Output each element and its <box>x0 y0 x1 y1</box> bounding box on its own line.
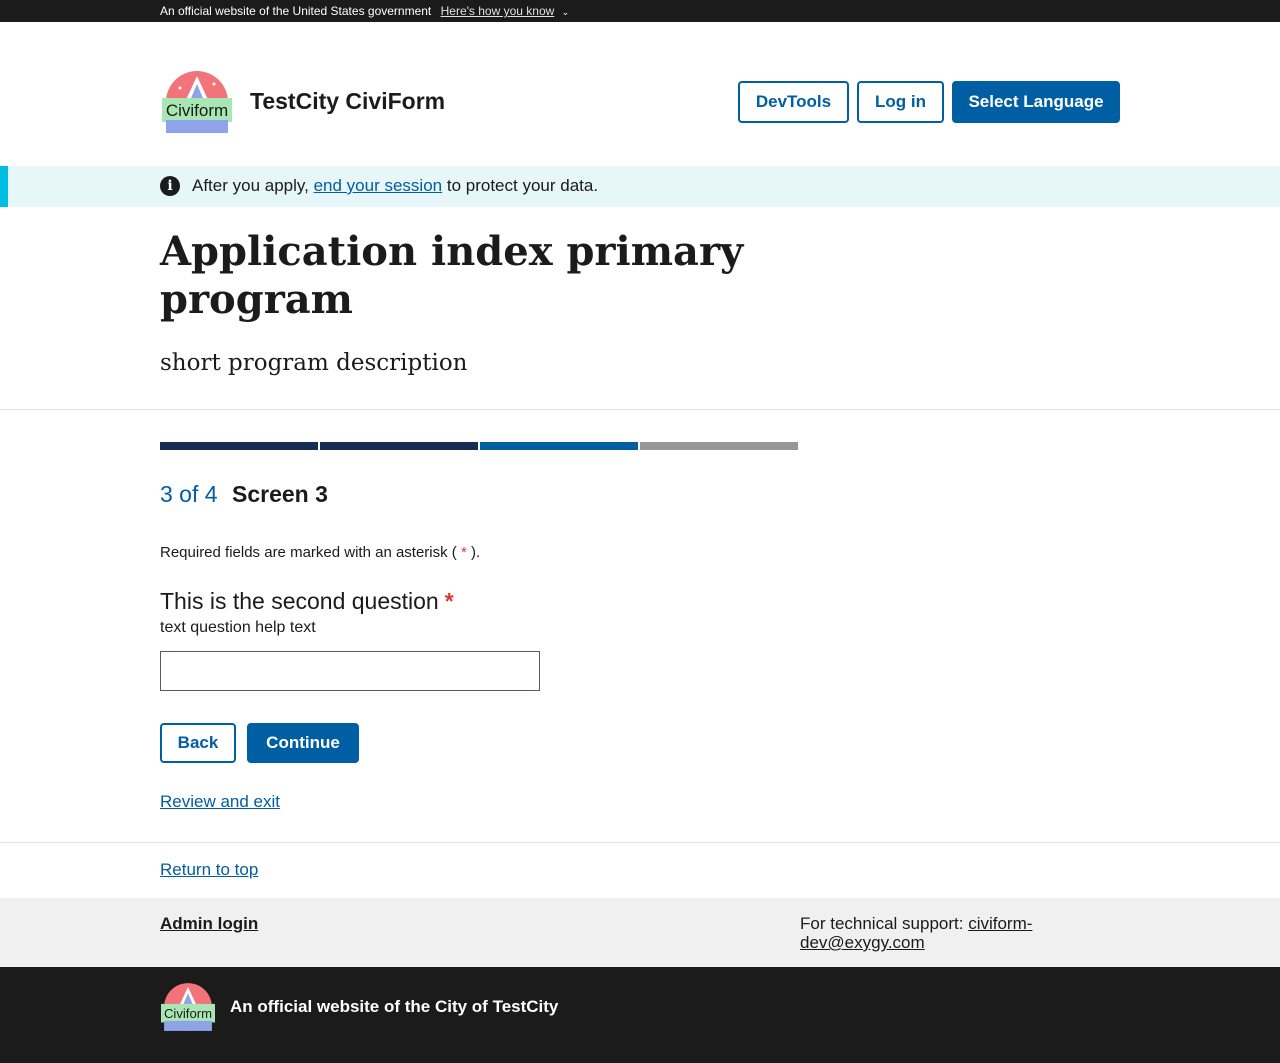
chevron-down-icon[interactable]: ⌄ <box>562 7 570 18</box>
question-text-input[interactable] <box>160 651 540 691</box>
alert-suffix: to protect your data. <box>446 176 599 195</box>
admin-login-link[interactable]: Admin login <box>160 914 258 934</box>
required-note-asterisk: * <box>460 544 467 561</box>
footer-logo-text: Civiform <box>164 1006 212 1021</box>
gov-banner: An official website of the United States… <box>0 0 1280 22</box>
screen-name: Screen 3 <box>232 481 328 507</box>
site-title[interactable]: TestCity CiviForm <box>250 88 445 115</box>
select-language-button[interactable]: Select Language <box>952 81 1120 123</box>
technical-support: For technical support: civiform-dev@exyg… <box>800 914 1060 952</box>
footer-civiform-logo: Civiform <box>161 983 215 1031</box>
question-label-text: This is the second question <box>160 588 439 614</box>
required-note-prefix: Required fields are marked with an aster… <box>160 544 457 561</box>
review-and-exit-link[interactable]: Review and exit <box>160 792 280 812</box>
back-button[interactable]: Back <box>160 723 236 763</box>
footer-divider <box>0 842 1280 843</box>
login-button[interactable]: Log in <box>857 81 944 123</box>
progress-bar <box>160 442 798 450</box>
required-fields-note: Required fields are marked with an aster… <box>160 544 480 561</box>
program-title: Application index primary program <box>160 228 744 323</box>
return-to-top-link[interactable]: Return to top <box>160 860 258 880</box>
end-session-link[interactable]: end your session <box>314 176 443 195</box>
section-divider <box>0 409 1280 410</box>
progress-segment-1 <box>160 442 318 450</box>
alert-prefix: After you apply, <box>192 176 309 195</box>
logo-text: Civiform <box>166 101 228 120</box>
site-header: Civiform TestCity CiviForm DevTools Log … <box>0 22 1280 166</box>
session-alert: i After you apply, end your session to p… <box>0 166 1280 207</box>
civiform-logo[interactable]: Civiform <box>162 70 232 134</box>
official-city-text: An official website of the City of TestC… <box>230 997 559 1016</box>
required-note-suffix: ). <box>470 544 481 561</box>
devtools-button[interactable]: DevTools <box>738 81 849 123</box>
progress-segment-2 <box>320 442 478 450</box>
question-help-text: text question help text <box>160 619 316 636</box>
continue-button[interactable]: Continue <box>247 723 359 763</box>
gov-banner-text: An official website of the United States… <box>160 4 432 18</box>
progress-segment-4 <box>640 442 798 450</box>
program-description: short program description <box>160 350 468 376</box>
alert-text: After you apply, end your session to pro… <box>192 176 598 196</box>
footer-secondary: Admin login For technical support: civif… <box>0 898 1280 967</box>
heres-how-you-know-link[interactable]: Here's how you know <box>441 4 555 18</box>
info-icon: i <box>160 176 180 196</box>
required-asterisk: * <box>444 588 454 614</box>
footer-identifier: Civiform An official website of the City… <box>0 967 1280 1063</box>
step-heading: 3 of 4 Screen 3 <box>160 481 328 508</box>
question-label: This is the second question * <box>160 588 454 615</box>
support-label: For technical support: <box>800 914 964 933</box>
progress-segment-3 <box>480 442 638 450</box>
step-count: 3 of 4 <box>160 481 218 507</box>
